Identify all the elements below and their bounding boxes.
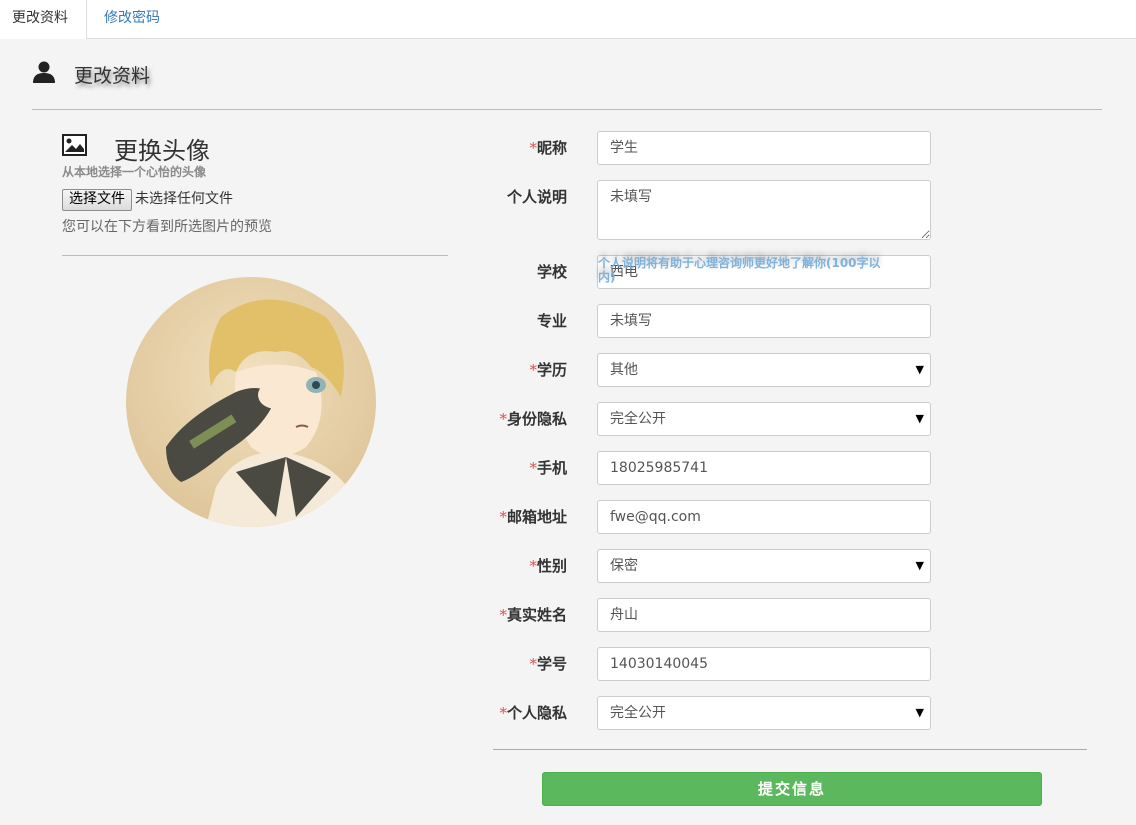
dropdown-arrow-icon: ▼ bbox=[915, 363, 924, 376]
avatar-heading: 更换头像 bbox=[114, 137, 210, 165]
major-input[interactable]: 未填写 bbox=[597, 304, 931, 338]
tab-change-password[interactable]: 修改密码 bbox=[92, 0, 172, 39]
student-id-row: *学号 14030140045 bbox=[493, 647, 1093, 681]
education-label: *学历 bbox=[529, 361, 567, 379]
email-label: *邮箱地址 bbox=[499, 508, 567, 526]
major-row: 专业 未填写 bbox=[493, 304, 1093, 338]
personal-privacy-select[interactable]: 完全公开 ▼ bbox=[597, 696, 931, 730]
identity-privacy-label: *身份隐私 bbox=[499, 410, 567, 428]
nickname-label: *昵称 bbox=[529, 139, 567, 157]
tab-edit-profile[interactable]: 更改资料 bbox=[0, 0, 87, 39]
form-divider bbox=[493, 749, 1087, 750]
picture-icon bbox=[62, 134, 87, 156]
personal-privacy-row: *个人隐私 完全公开 ▼ bbox=[493, 696, 1093, 730]
gender-label: *性别 bbox=[529, 557, 567, 575]
education-row: *学历 其他 ▼ bbox=[493, 353, 1093, 387]
page-title: 更改资料 bbox=[74, 65, 151, 87]
education-select[interactable]: 其他 ▼ bbox=[597, 353, 931, 387]
file-picker: 选择文件 未选择任何文件 bbox=[62, 188, 233, 211]
email-row: *邮箱地址 fwe@qq.com bbox=[493, 500, 1093, 534]
dropdown-arrow-icon: ▼ bbox=[915, 559, 924, 572]
avatar-divider bbox=[62, 255, 448, 256]
dropdown-arrow-icon: ▼ bbox=[915, 412, 924, 425]
real-name-label: *真实姓名 bbox=[499, 606, 567, 624]
phone-label: *手机 bbox=[529, 459, 567, 477]
phone-input[interactable]: 18025985741 bbox=[597, 451, 931, 485]
description-hint: 个人说明将有助于心理咨询师更好地了解你(100字以内) bbox=[598, 256, 881, 284]
nickname-row: *昵称 学生 bbox=[493, 131, 1093, 165]
gender-row: *性别 保密 ▼ bbox=[493, 549, 1093, 583]
tab-bar: 更改资料 修改密码 bbox=[0, 0, 1136, 39]
preview-hint: 您可以在下方看到所选图片的预览 bbox=[62, 219, 272, 235]
description-label: 个人说明 bbox=[506, 188, 567, 206]
description-row: 个人说明 未填写 bbox=[493, 180, 1093, 240]
student-id-input[interactable]: 14030140045 bbox=[597, 647, 931, 681]
real-name-row: *真实姓名 舟山 bbox=[493, 598, 1093, 632]
identity-privacy-select[interactable]: 完全公开 ▼ bbox=[597, 402, 931, 436]
school-label: 学校 bbox=[536, 263, 567, 281]
phone-row: *手机 18025985741 bbox=[493, 451, 1093, 485]
real-name-input[interactable]: 舟山 bbox=[597, 598, 931, 632]
identity-privacy-row: *身份隐私 完全公开 ▼ bbox=[493, 402, 1093, 436]
major-label: 专业 bbox=[536, 312, 567, 330]
personal-privacy-label: *个人隐私 bbox=[499, 704, 567, 722]
avatar-preview bbox=[126, 277, 376, 527]
student-id-label: *学号 bbox=[529, 655, 567, 673]
email-input[interactable]: fwe@qq.com bbox=[597, 500, 931, 534]
choose-file-button[interactable]: 选择文件 bbox=[62, 189, 132, 211]
nickname-input[interactable]: 学生 bbox=[597, 131, 931, 165]
user-icon bbox=[33, 61, 55, 83]
dropdown-arrow-icon: ▼ bbox=[915, 706, 924, 719]
submit-button[interactable]: 提交信息 bbox=[542, 772, 1042, 806]
gender-select[interactable]: 保密 ▼ bbox=[597, 549, 931, 583]
page-header: 更改资料 bbox=[32, 58, 1102, 110]
description-textarea[interactable]: 未填写 bbox=[597, 180, 931, 240]
avatar-subheading: 从本地选择一个心怡的头像 bbox=[62, 165, 207, 179]
file-status: 未选择任何文件 bbox=[135, 191, 233, 207]
